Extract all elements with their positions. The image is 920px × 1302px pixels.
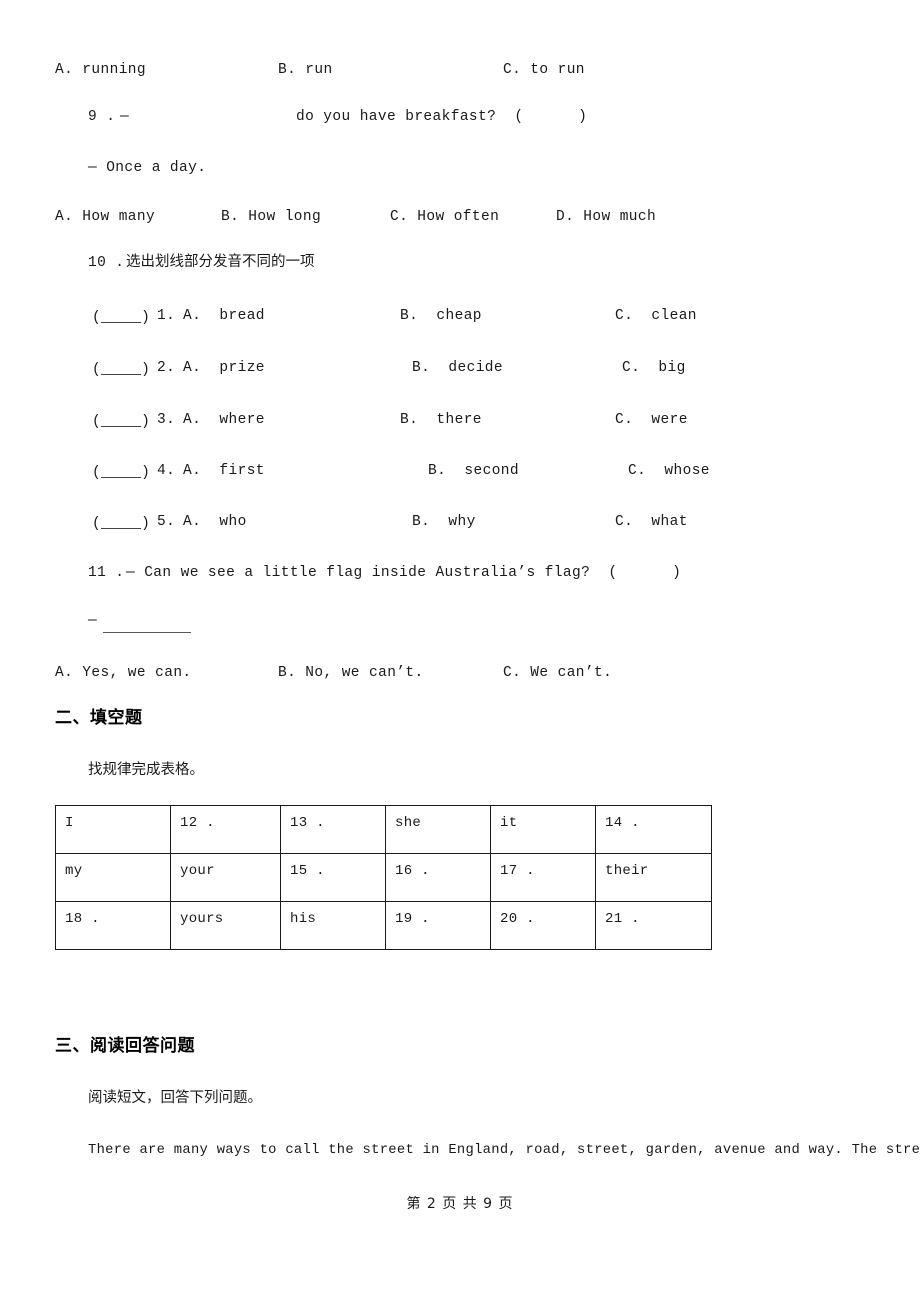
table-cell[interactable]: 18 .: [55, 901, 171, 950]
table-cell[interactable]: I: [55, 805, 171, 854]
question-11-option-c: C. We can’t.: [503, 665, 613, 681]
question-8-option-a: A. running: [55, 62, 147, 78]
question-11-option-b: B. No, we can’t.: [278, 665, 424, 681]
question-8-option-b: B. run: [278, 62, 333, 78]
table-row: I 12 . 13 . she it 14 .: [55, 805, 712, 854]
answer-bracket[interactable]: (): [92, 412, 150, 430]
section-three-heading: 三、阅读回答问题: [55, 1036, 195, 1056]
question-11-answer-blank[interactable]: [103, 632, 191, 633]
table-cell[interactable]: his: [280, 901, 386, 950]
question-11-option-a: A. Yes, we can.: [55, 665, 192, 681]
answer-bracket[interactable]: (): [92, 360, 150, 378]
paren-close: ): [141, 309, 151, 326]
question-11-stem: — Can we see a little flag inside Austra…: [126, 565, 682, 581]
item-index: 2.: [157, 360, 176, 376]
paren-open: (: [92, 309, 102, 326]
item-option-a: A. prize: [183, 360, 265, 376]
section-three-instruction: 阅读短文，回答下列问题。: [88, 1090, 262, 1106]
answer-blank[interactable]: [101, 463, 142, 478]
table-cell[interactable]: 21 .: [595, 901, 712, 950]
item-index: 5.: [157, 514, 176, 530]
answer-bracket[interactable]: (): [92, 463, 150, 481]
table-row: 18 . yours his 19 . 20 . 21 .: [55, 901, 712, 950]
question-9-option-a: A. How many: [55, 209, 156, 225]
item-option-a: A. bread: [183, 308, 265, 324]
question-8-options-row: A. running B. run C. to run: [0, 62, 920, 82]
question-9-options-row: A. How many B. How long C. How often D. …: [0, 209, 920, 229]
item-index: 4.: [157, 463, 176, 479]
item-option-c: C. whose: [628, 463, 710, 479]
table-cell[interactable]: 19 .: [385, 901, 491, 950]
answer-blank[interactable]: [101, 308, 142, 323]
item-option-b: B. second: [428, 463, 520, 479]
question-11-number: 11 .: [88, 565, 125, 581]
table-cell[interactable]: yours: [170, 901, 281, 950]
question-9-option-d: D. How much: [556, 209, 657, 225]
item-option-a: A. who: [183, 514, 247, 530]
question-11-answer-dash: —: [88, 613, 98, 629]
exam-page: A. running B. run C. to run 9 . — do you…: [0, 0, 920, 1302]
table-cell[interactable]: 20 .: [490, 901, 596, 950]
item-option-c: C. big: [622, 360, 686, 376]
answer-bracket[interactable]: (): [92, 308, 150, 326]
paren-open: (: [92, 515, 102, 532]
page-footer: 第 2 页 共 9 页: [406, 1196, 514, 1212]
item-index: 3.: [157, 412, 176, 428]
question-9-number: 9 .: [88, 109, 116, 125]
section-two-instruction: 找规律完成表格。: [88, 762, 204, 778]
answer-blank[interactable]: [101, 514, 142, 529]
table-cell[interactable]: it: [490, 805, 596, 854]
question-9-option-b: B. How long: [221, 209, 322, 225]
reading-passage-line-1: There are many ways to call the street i…: [88, 1143, 920, 1158]
table-cell[interactable]: 13 .: [280, 805, 386, 854]
paren-close: ): [141, 361, 151, 378]
question-10-item-5: () 5. A. who B. why C. what: [0, 514, 920, 534]
table-cell[interactable]: she: [385, 805, 491, 854]
question-10-item-2: () 2. A. prize B. decide C. big: [0, 360, 920, 380]
answer-blank[interactable]: [101, 412, 142, 427]
question-9-stem: do you have breakfast? ( ): [296, 109, 588, 125]
question-10-prompt: 选出划线部分发音不同的一项: [126, 254, 315, 270]
item-option-c: C. what: [615, 514, 688, 530]
table-row: my your 15 . 16 . 17 . their: [55, 853, 712, 902]
item-option-a: A. where: [183, 412, 265, 428]
question-8-option-c: C. to run: [503, 62, 585, 78]
paren-open: (: [92, 413, 102, 430]
table-cell[interactable]: 14 .: [595, 805, 712, 854]
question-9-answer-line: — Once a day.: [88, 160, 207, 176]
table-cell[interactable]: their: [595, 853, 712, 902]
item-option-b: B. there: [400, 412, 482, 428]
question-10-number: 10 .: [88, 255, 125, 271]
paren-close: ): [141, 464, 151, 481]
question-11-options-row: A. Yes, we can. B. No, we can’t. C. We c…: [0, 665, 920, 685]
table-cell[interactable]: 15 .: [280, 853, 386, 902]
paren-close: ): [141, 413, 151, 430]
table-cell[interactable]: 12 .: [170, 805, 281, 854]
question-10-item-4: () 4. A. first B. second C. whose: [0, 463, 920, 483]
question-9-option-c: C. How often: [390, 209, 500, 225]
item-option-b: B. cheap: [400, 308, 482, 324]
answer-bracket[interactable]: (): [92, 514, 150, 532]
question-9-dash: —: [120, 109, 130, 125]
table-cell[interactable]: 16 .: [385, 853, 491, 902]
table-cell[interactable]: my: [55, 853, 171, 902]
item-option-c: C. were: [615, 412, 688, 428]
pronoun-table: I 12 . 13 . she it 14 . my your 15 . 16 …: [55, 805, 712, 950]
item-option-c: C. clean: [615, 308, 697, 324]
table-cell[interactable]: your: [170, 853, 281, 902]
question-10-item-3: () 3. A. where B. there C. were: [0, 412, 920, 432]
paren-open: (: [92, 464, 102, 481]
item-option-b: B. decide: [412, 360, 504, 376]
paren-close: ): [141, 515, 151, 532]
section-two-heading: 二、填空题: [55, 708, 143, 728]
paren-open: (: [92, 361, 102, 378]
table-cell[interactable]: 17 .: [490, 853, 596, 902]
item-option-b: B. why: [412, 514, 476, 530]
item-index: 1.: [157, 308, 176, 324]
item-option-a: A. first: [183, 463, 265, 479]
question-10-item-1: () 1. A. bread B. cheap C. clean: [0, 308, 920, 328]
answer-blank[interactable]: [101, 360, 142, 375]
